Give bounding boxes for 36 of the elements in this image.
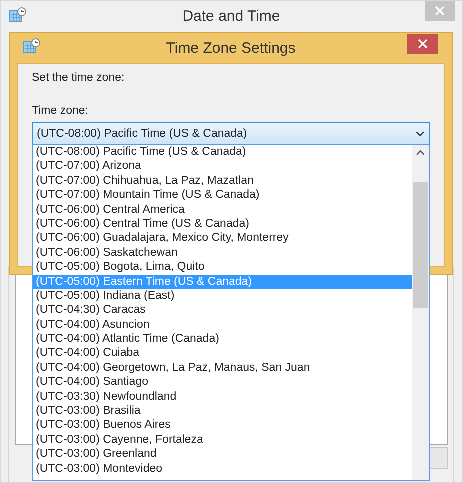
time-zone-option[interactable]: (UTC-03:00) Brasilia xyxy=(33,404,412,418)
time-zone-option[interactable]: (UTC-06:00) Central America xyxy=(33,202,412,217)
time-zone-option[interactable]: (UTC-06:00) Saskatchewan xyxy=(33,246,412,260)
window-title: Date and Time xyxy=(182,8,280,24)
calendar-clock-icon xyxy=(9,7,27,23)
time-zone-option[interactable]: (UTC-03:00) Montevideo xyxy=(33,462,412,476)
dialog-title: Time Zone Settings xyxy=(166,40,296,56)
time-zone-option[interactable]: (UTC-04:00) Cuiaba xyxy=(33,346,412,361)
time-zone-option[interactable]: (UTC-03:00) Buenos Aires xyxy=(33,418,412,433)
instruction-text: Set the time zone: xyxy=(32,72,126,84)
time-zone-option[interactable]: (UTC-04:00) Georgetown, La Paz, Manaus, San Juan xyxy=(33,360,412,376)
scrollbar-thumb[interactable] xyxy=(413,182,428,308)
close-icon xyxy=(435,6,445,16)
time-zone-option[interactable]: (UTC-07:00) Chihuahua, La Paz, Mazatlan xyxy=(33,174,412,188)
time-zone-dropdown[interactable]: (UTC-08:00) Pacific Time (US & Canada) xyxy=(32,122,430,145)
time-zone-option[interactable]: (UTC-03:00) Cayenne, Fortaleza xyxy=(33,432,412,448)
scroll-up-icon xyxy=(416,150,425,156)
time-zone-option[interactable]: (UTC-04:00) Santiago xyxy=(33,375,412,390)
time-zone-option[interactable]: (UTC-04:00) Atlantic Time (Canada) xyxy=(33,332,412,346)
time-zone-option[interactable]: (UTC-07:00) Mountain Time (US & Canada) xyxy=(33,188,412,203)
time-zone-option[interactable]: (UTC-07:00) Arizona xyxy=(33,159,412,174)
chevron-down-icon xyxy=(416,130,425,136)
time-zone-option[interactable]: (UTC-06:00) Central Time (US & Canada) xyxy=(33,216,412,232)
calendar-clock-icon xyxy=(23,38,41,54)
close-button[interactable] xyxy=(407,34,438,54)
time-zone-option[interactable]: (UTC-04:00) Asuncion xyxy=(33,318,412,332)
close-icon xyxy=(418,39,428,49)
time-zone-option[interactable]: (UTC-03:00) Greenland xyxy=(33,447,412,462)
scrollbar[interactable] xyxy=(412,145,429,480)
time-zone-option[interactable]: (UTC-05:00) Indiana (East) xyxy=(33,288,412,304)
time-zone-option[interactable]: (UTC-05:00) Bogota, Lima, Quito xyxy=(33,260,412,275)
time-zone-option[interactable]: (UTC-03:30) Newfoundland xyxy=(33,390,412,404)
time-zone-option[interactable]: (UTC-08:00) Pacific Time (US & Canada) xyxy=(33,145,412,160)
time-zone-option[interactable]: (UTC-06:00) Guadalajara, Mexico City, Monterrey xyxy=(33,231,412,246)
time-zone-option[interactable]: (UTC-04:30) Caracas xyxy=(33,303,412,318)
field-label: Time zone: xyxy=(32,105,90,117)
